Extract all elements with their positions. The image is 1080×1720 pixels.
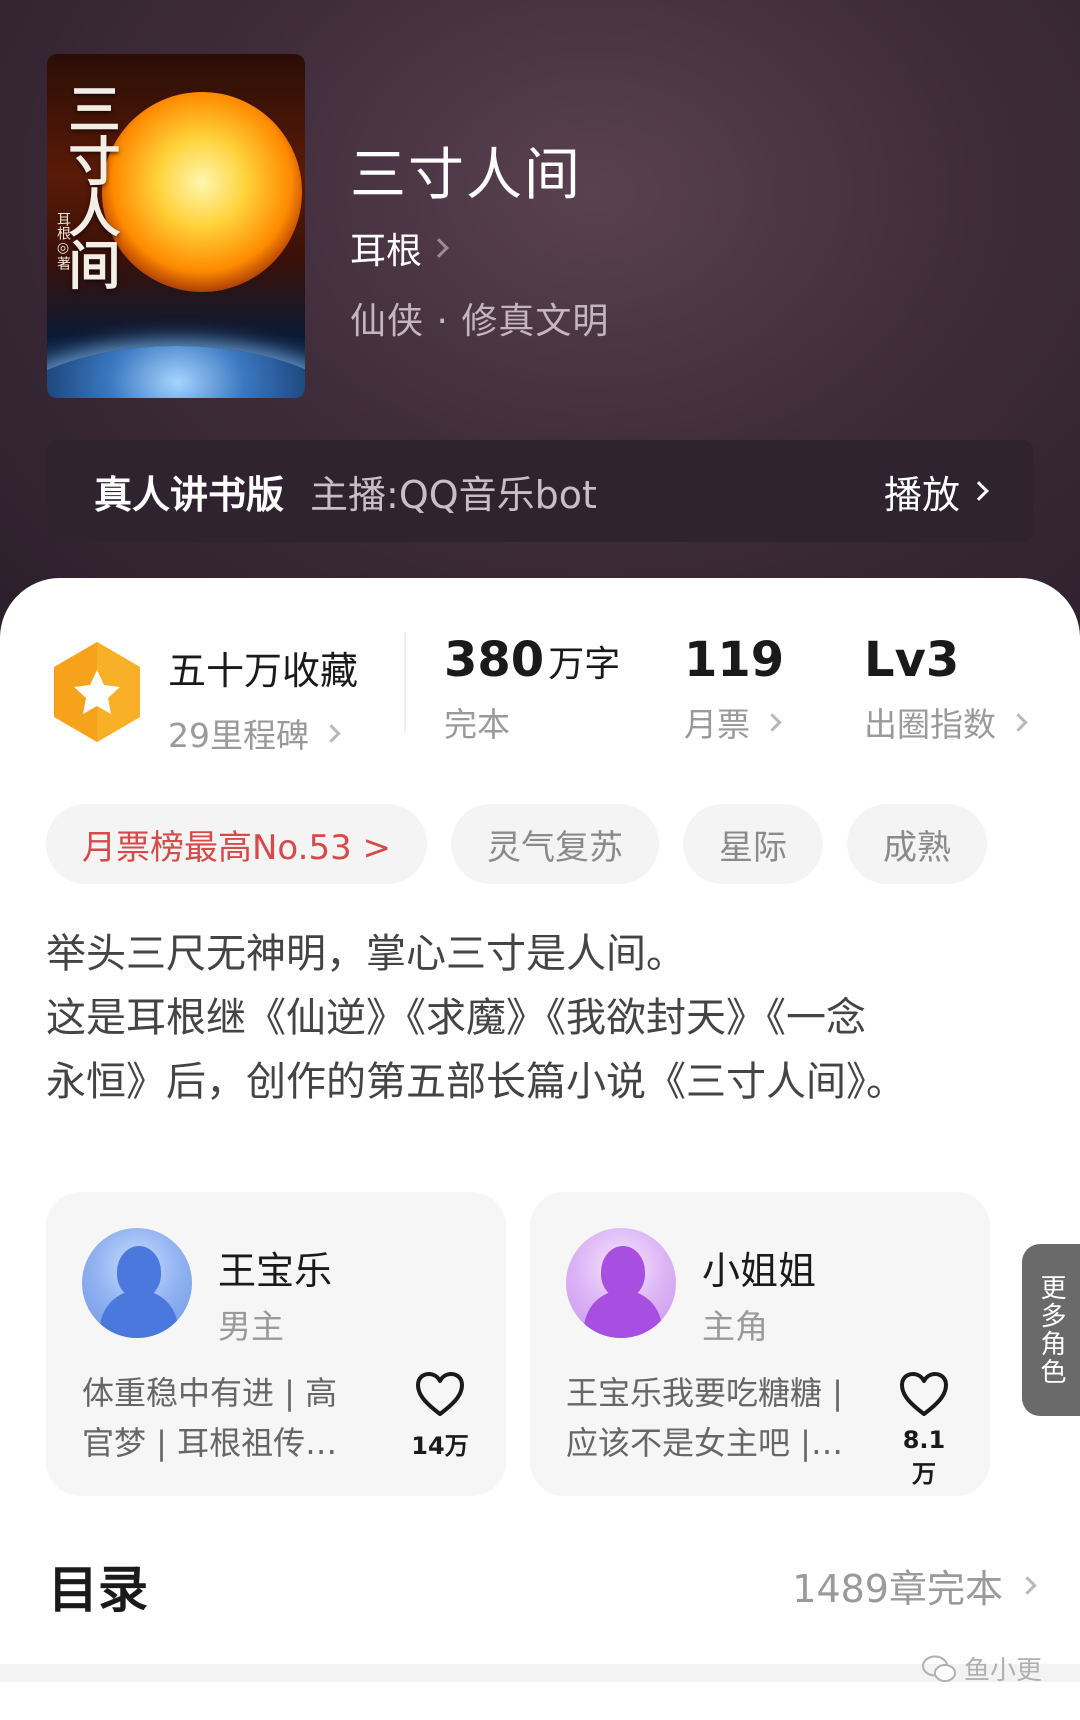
chevron-right-icon xyxy=(763,712,782,732)
cover-planet-art xyxy=(47,346,305,398)
toc-link[interactable]: 1489章完本 xyxy=(792,1558,1037,1613)
like-button[interactable]: 14万 xyxy=(410,1370,470,1461)
character-name: 小姐姐 xyxy=(702,1249,817,1293)
author-name: 耳根 xyxy=(350,231,423,272)
wechat-icon xyxy=(921,1655,956,1682)
audiobook-host: 主播:QQ音乐bot xyxy=(310,472,597,517)
avatar xyxy=(566,1228,676,1338)
book-description[interactable]: 举头三尺无神明，掌心三寸是人间。 这是耳根继《仙逆》《求魔》《我欲封天》《一念 … xyxy=(46,922,1036,1114)
character-name: 王宝乐 xyxy=(218,1249,333,1293)
detail-sheet xyxy=(0,578,1080,1720)
milestone-link[interactable]: 29里程碑 xyxy=(168,709,358,757)
toc-title: 目录 xyxy=(48,1561,148,1619)
heart-icon xyxy=(900,1372,948,1416)
avatar xyxy=(82,1228,192,1338)
completion-status: 完本 xyxy=(444,705,510,744)
chevron-right-icon xyxy=(969,481,989,501)
author-link[interactable]: 耳根 xyxy=(350,222,449,274)
word-count-stat: 380 万字 完本 xyxy=(444,632,620,746)
play-label: 播放 xyxy=(883,472,960,517)
milestone-label: 29里程碑 xyxy=(168,716,309,755)
character-tags-line: 王宝乐我要吃糖糖 | xyxy=(566,1374,843,1412)
character-role: 男主 xyxy=(218,1307,284,1346)
character-card[interactable]: 王宝乐 男主 体重稳中有进 | 高 官梦 | 耳根祖传… 14万 xyxy=(46,1192,506,1496)
monthly-ticket-stat[interactable]: 119 月票 xyxy=(684,632,784,746)
character-role: 主角 xyxy=(702,1307,768,1346)
like-count: 14万 xyxy=(411,1432,469,1460)
book-cover[interactable]: 三寸人间 耳根◎著 xyxy=(47,54,305,398)
chevron-right-icon xyxy=(1018,1576,1037,1595)
chevron-right-icon xyxy=(429,238,449,258)
more-characters-button[interactable]: 更多角色 xyxy=(1022,1244,1080,1416)
rank-chip[interactable]: 月票榜最高No.53 > xyxy=(46,804,428,884)
like-count: 8.1万 xyxy=(902,1426,946,1488)
tag-chip[interactable]: 成熟 xyxy=(847,804,988,884)
character-card[interactable]: 小姐姐 主角 王宝乐我要吃糖糖 | 应该不是女主吧 |… 8.1万 xyxy=(530,1192,990,1496)
monthly-ticket-count: 119 xyxy=(684,632,785,688)
tag-list: 月票榜最高No.53 > 灵气复苏 星际 成熟 xyxy=(46,804,988,884)
collection-stat[interactable]: 五十万收藏 29里程碑 xyxy=(168,640,358,757)
book-title: 三寸人间 xyxy=(350,143,582,208)
play-button[interactable]: 播放 xyxy=(883,464,989,519)
collection-count: 五十万收藏 xyxy=(168,649,359,693)
description-line: 举头三尺无神明，掌心三寸是人间。 xyxy=(46,931,686,977)
monthly-ticket-label: 月票 xyxy=(684,705,750,744)
book-genre: 仙侠 · 修真文明 xyxy=(350,301,610,342)
character-tags-line: 官梦 | 耳根祖传… xyxy=(82,1424,338,1462)
like-button[interactable]: 8.1万 xyxy=(894,1370,954,1489)
chapter-count: 1489章完本 xyxy=(792,1567,1003,1611)
cover-sun-art xyxy=(102,92,302,292)
character-tags-line: 体重稳中有进 | 高 xyxy=(82,1374,338,1412)
tag-chip[interactable]: 星际 xyxy=(683,804,824,884)
tag-chip[interactable]: 灵气复苏 xyxy=(451,804,660,884)
watermark: 鱼小更 xyxy=(921,1650,1042,1687)
popularity-level: Lv3 xyxy=(864,632,960,688)
audiobook-label: 真人讲书版 xyxy=(94,472,285,517)
milestone-badge-icon xyxy=(54,642,140,742)
cover-title: 三寸人间 xyxy=(59,82,120,290)
character-tags: 体重稳中有进 | 高 官梦 | 耳根祖传… xyxy=(82,1368,372,1468)
stat-divider xyxy=(404,632,406,732)
popularity-index-stat[interactable]: Lv3 出圈指数 xyxy=(864,632,1028,746)
character-tags: 王宝乐我要吃糖糖 | 应该不是女主吧 |… xyxy=(566,1368,856,1468)
heart-icon xyxy=(416,1372,464,1416)
watermark-text: 鱼小更 xyxy=(963,1656,1042,1686)
cover-author: 耳根◎著 xyxy=(55,212,71,270)
word-count-number: 380 xyxy=(444,632,545,688)
character-tags-line: 应该不是女主吧 |… xyxy=(566,1424,843,1462)
description-line: 永恒》后，创作的第五部长篇小说《三寸人间》。 xyxy=(46,1059,906,1105)
chevron-right-icon xyxy=(1009,712,1028,732)
chevron-right-icon xyxy=(322,723,341,743)
description-line: 这是耳根继《仙逆》《求魔》《我欲封天》《一念 xyxy=(46,995,866,1041)
bottom-divider xyxy=(0,1664,1080,1682)
popularity-label: 出圈指数 xyxy=(864,705,996,744)
word-count-unit: 万字 xyxy=(548,644,621,685)
audiobook-bar[interactable]: 真人讲书版 主播:QQ音乐bot 播放 xyxy=(46,440,1034,542)
